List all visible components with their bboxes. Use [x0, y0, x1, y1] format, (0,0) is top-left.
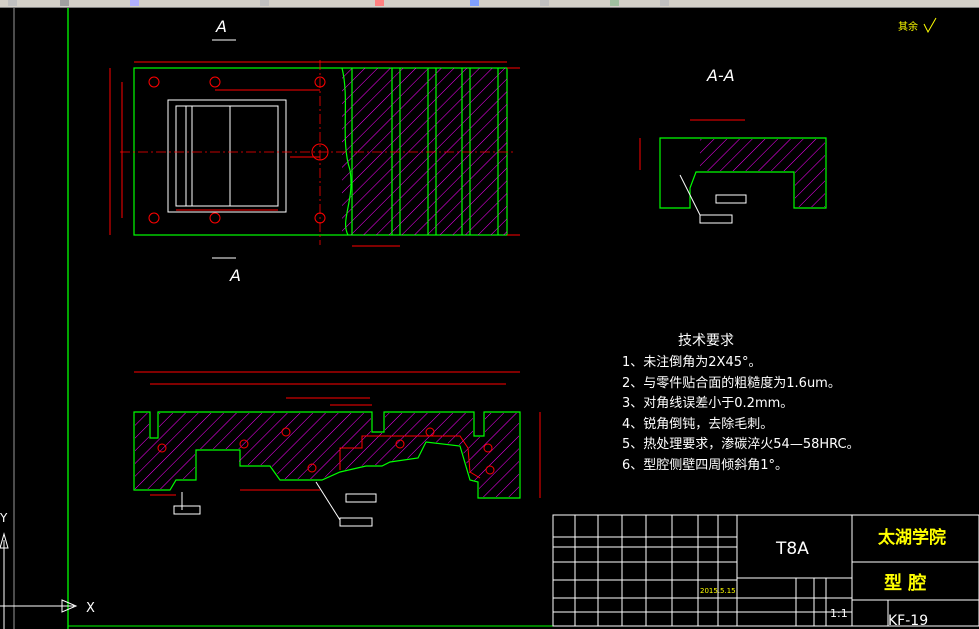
section-label-a-bottom: A: [229, 266, 241, 285]
tech-item: 3、对角线误差小于0.2mm。: [622, 396, 794, 411]
drawing-svg: A A A-A 其余 T8A 太湖学院 型 腔 KF-19 1:1 2015.5…: [0, 8, 979, 629]
section-a-a-view: [639, 119, 827, 224]
tech-item: 1、未注倒角为2X45°。: [622, 355, 762, 370]
tech-requirements-title: 技术要求: [678, 333, 734, 349]
top-view: [109, 39, 520, 259]
ucs-x-label: X: [86, 601, 95, 616]
tech-item: 6、型腔侧壁四周倾斜角1°。: [622, 458, 789, 473]
scale-text: 1:1: [830, 607, 848, 620]
tech-item: 5、热处理要求，渗碳淬火54—58HRC。: [622, 437, 860, 452]
tech-item: 4、锐角倒钝，去除毛刺。: [622, 417, 774, 432]
section-title: A-A: [706, 66, 735, 85]
tech-item: 2、与零件贴合面的粗糙度为1.6um。: [622, 376, 841, 391]
roughness-symbol: [923, 17, 937, 34]
ucs-icon: [0, 532, 78, 629]
cad-drawing-canvas[interactable]: A A A-A 其余 T8A 太湖学院 型 腔 KF-19 1:1 2015.5…: [0, 0, 979, 629]
part-name: 型 腔: [884, 572, 926, 594]
ucs-y-label: Y: [0, 511, 8, 525]
front-view: [133, 371, 541, 527]
drawing-number: KF-19: [888, 613, 928, 629]
school-name: 太湖学院: [878, 527, 946, 548]
roughness-rest-label: 其余: [898, 20, 918, 33]
material-text: T8A: [775, 539, 809, 559]
section-label-a-top: A: [215, 17, 227, 36]
date-text: 2015.5.15: [700, 587, 736, 595]
